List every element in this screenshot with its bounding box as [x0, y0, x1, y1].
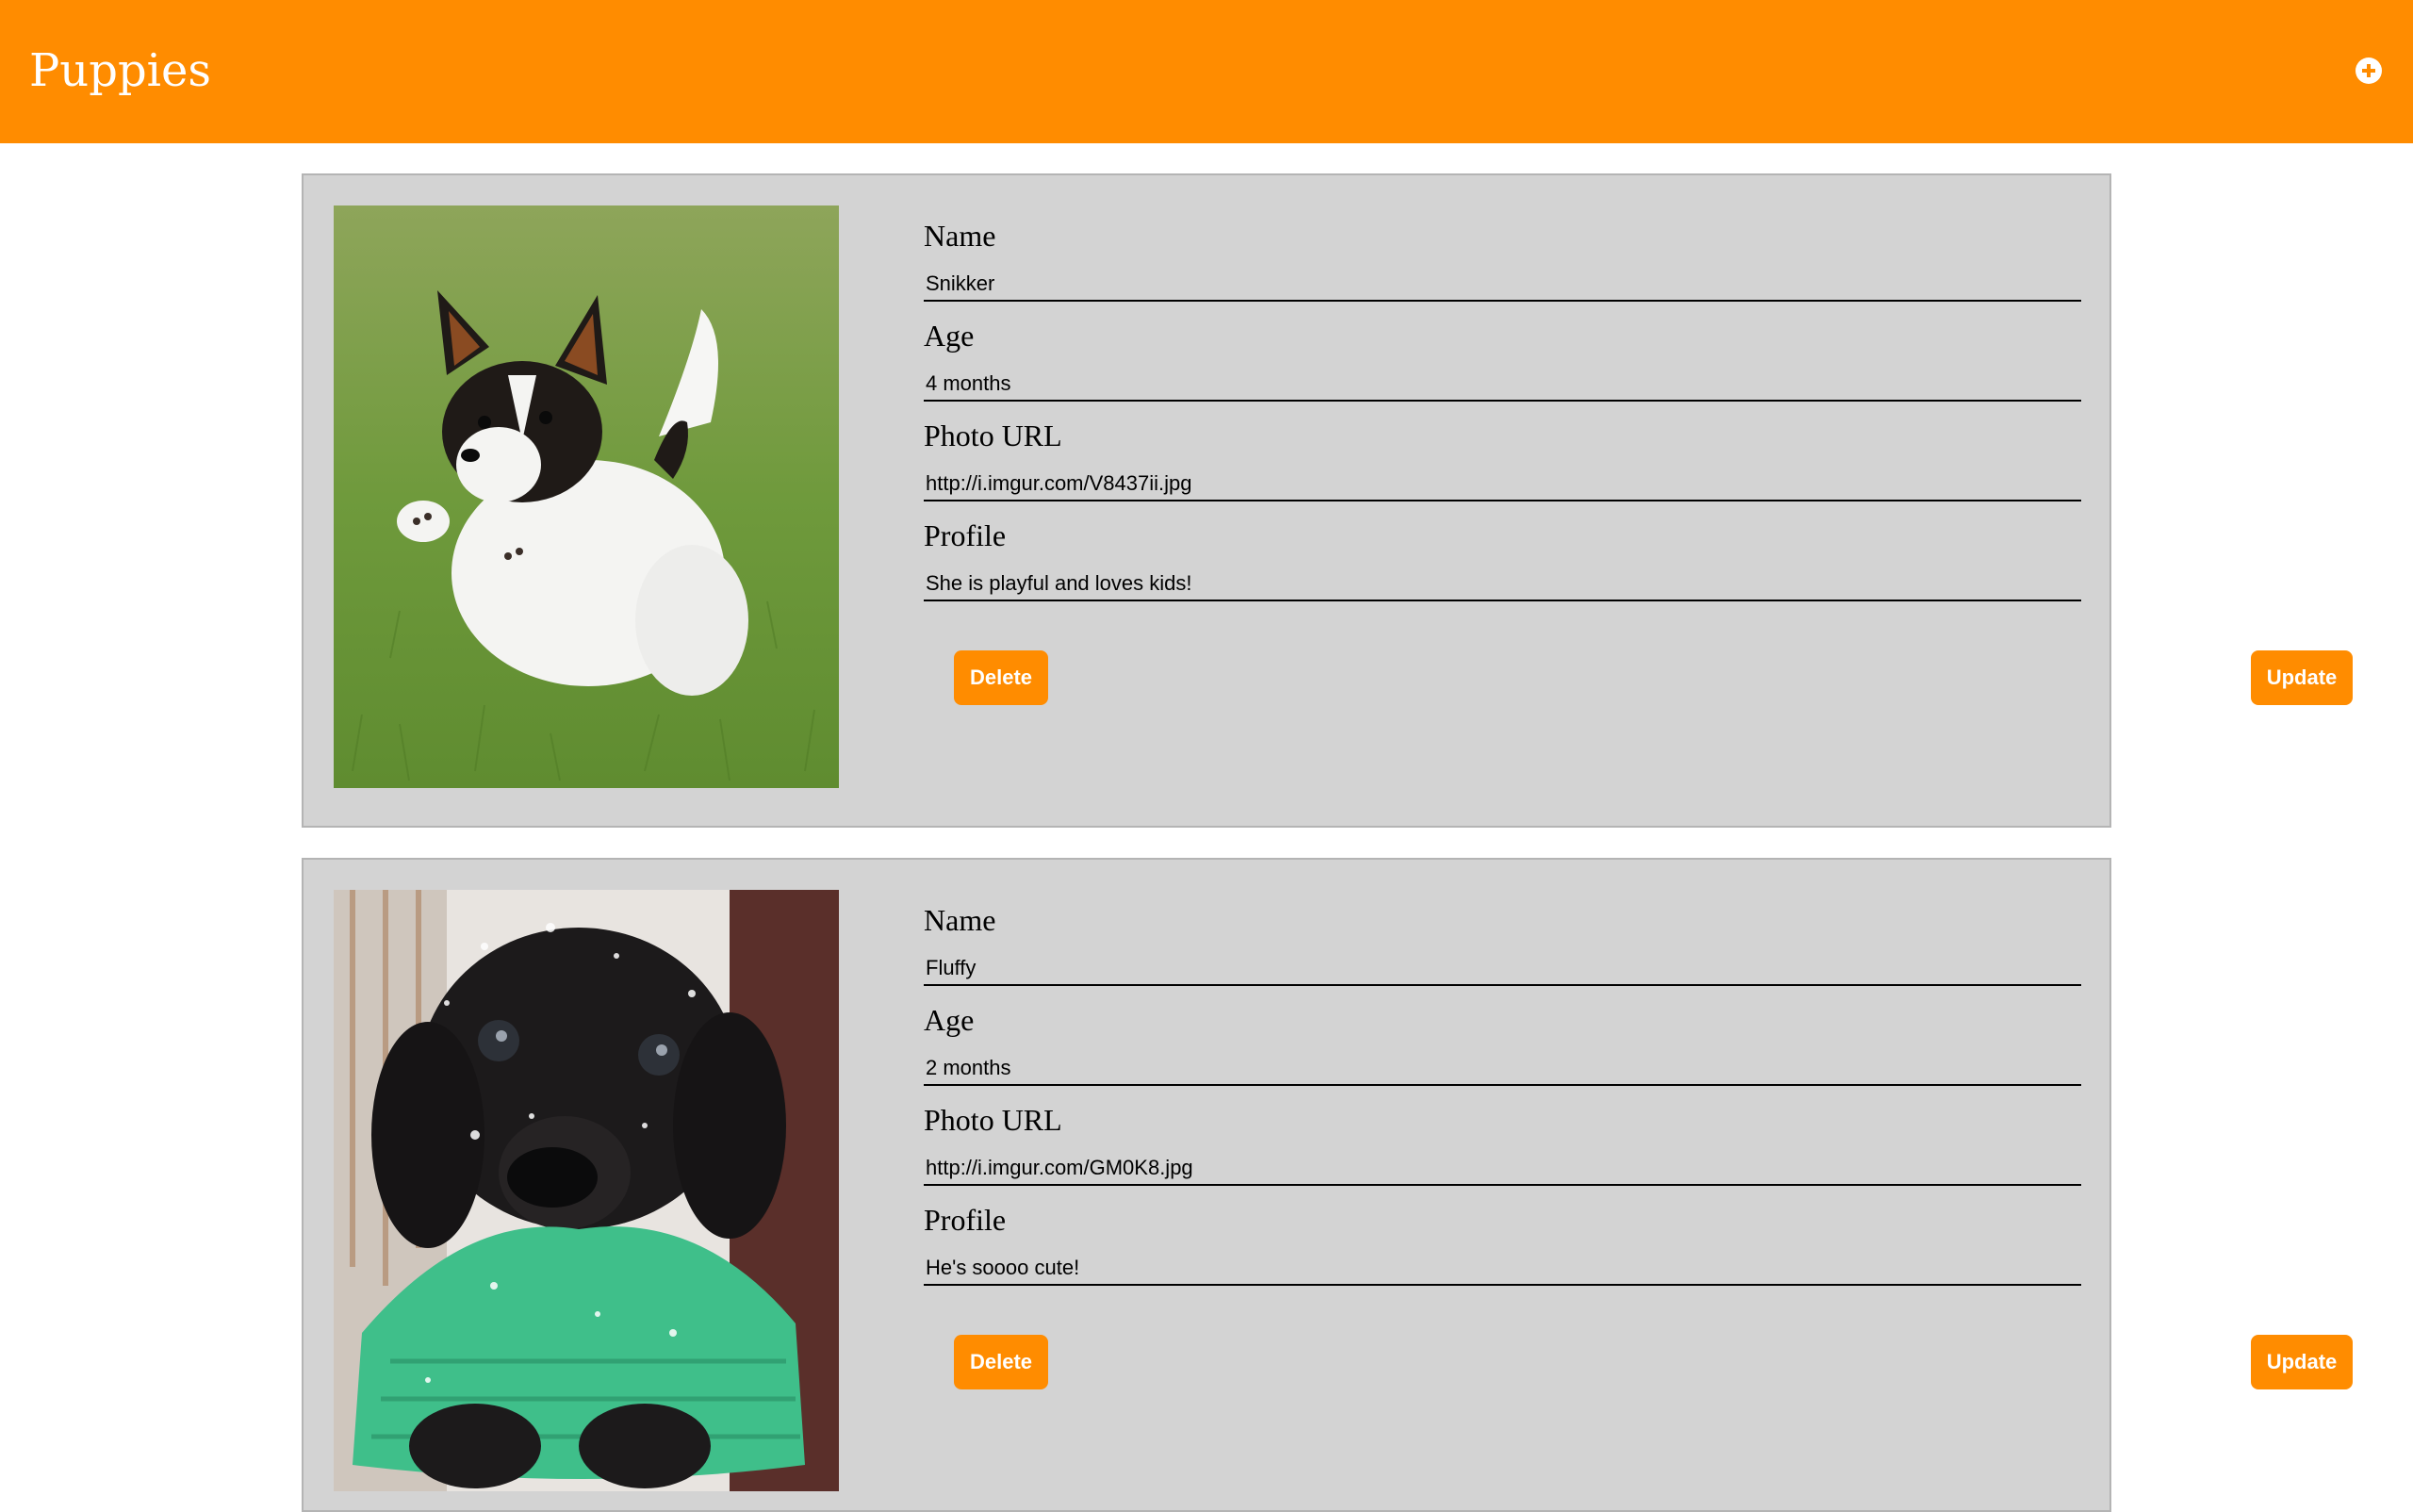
profile-input[interactable] [924, 1254, 2081, 1286]
puppy-photo-image [334, 890, 839, 1491]
puppy-photo [334, 205, 839, 788]
app-title: Puppies [29, 44, 212, 97]
puppy-photo-image [334, 205, 839, 788]
update-button[interactable]: Update [2251, 1335, 2353, 1389]
name-label: Name [924, 903, 996, 937]
puppy-card: Name Age Photo URL Profile Delete Update [302, 173, 2353, 828]
puppy-card: Name Age Photo URL Profile Delete Update [302, 858, 2353, 1512]
age-label: Age [924, 1003, 975, 1037]
age-input[interactable] [924, 370, 2081, 402]
app-header: Puppies [0, 0, 2413, 143]
name-label: Name [924, 219, 996, 253]
update-button[interactable]: Update [2251, 650, 2353, 705]
age-input[interactable] [924, 1054, 2081, 1086]
name-input[interactable] [924, 954, 2081, 986]
plus-circle-icon[interactable] [2355, 57, 2383, 85]
photo-url-input[interactable] [924, 1154, 2081, 1186]
photo-url-label: Photo URL [924, 1103, 1062, 1137]
profile-input[interactable] [924, 569, 2081, 601]
name-input[interactable] [924, 270, 2081, 302]
delete-button[interactable]: Delete [954, 650, 1048, 705]
age-label: Age [924, 319, 975, 353]
profile-label: Profile [924, 1203, 1007, 1237]
puppy-photo [334, 890, 839, 1491]
photo-url-label: Photo URL [924, 419, 1062, 452]
photo-url-input[interactable] [924, 469, 2081, 501]
delete-button[interactable]: Delete [954, 1335, 1048, 1389]
profile-label: Profile [924, 518, 1007, 552]
